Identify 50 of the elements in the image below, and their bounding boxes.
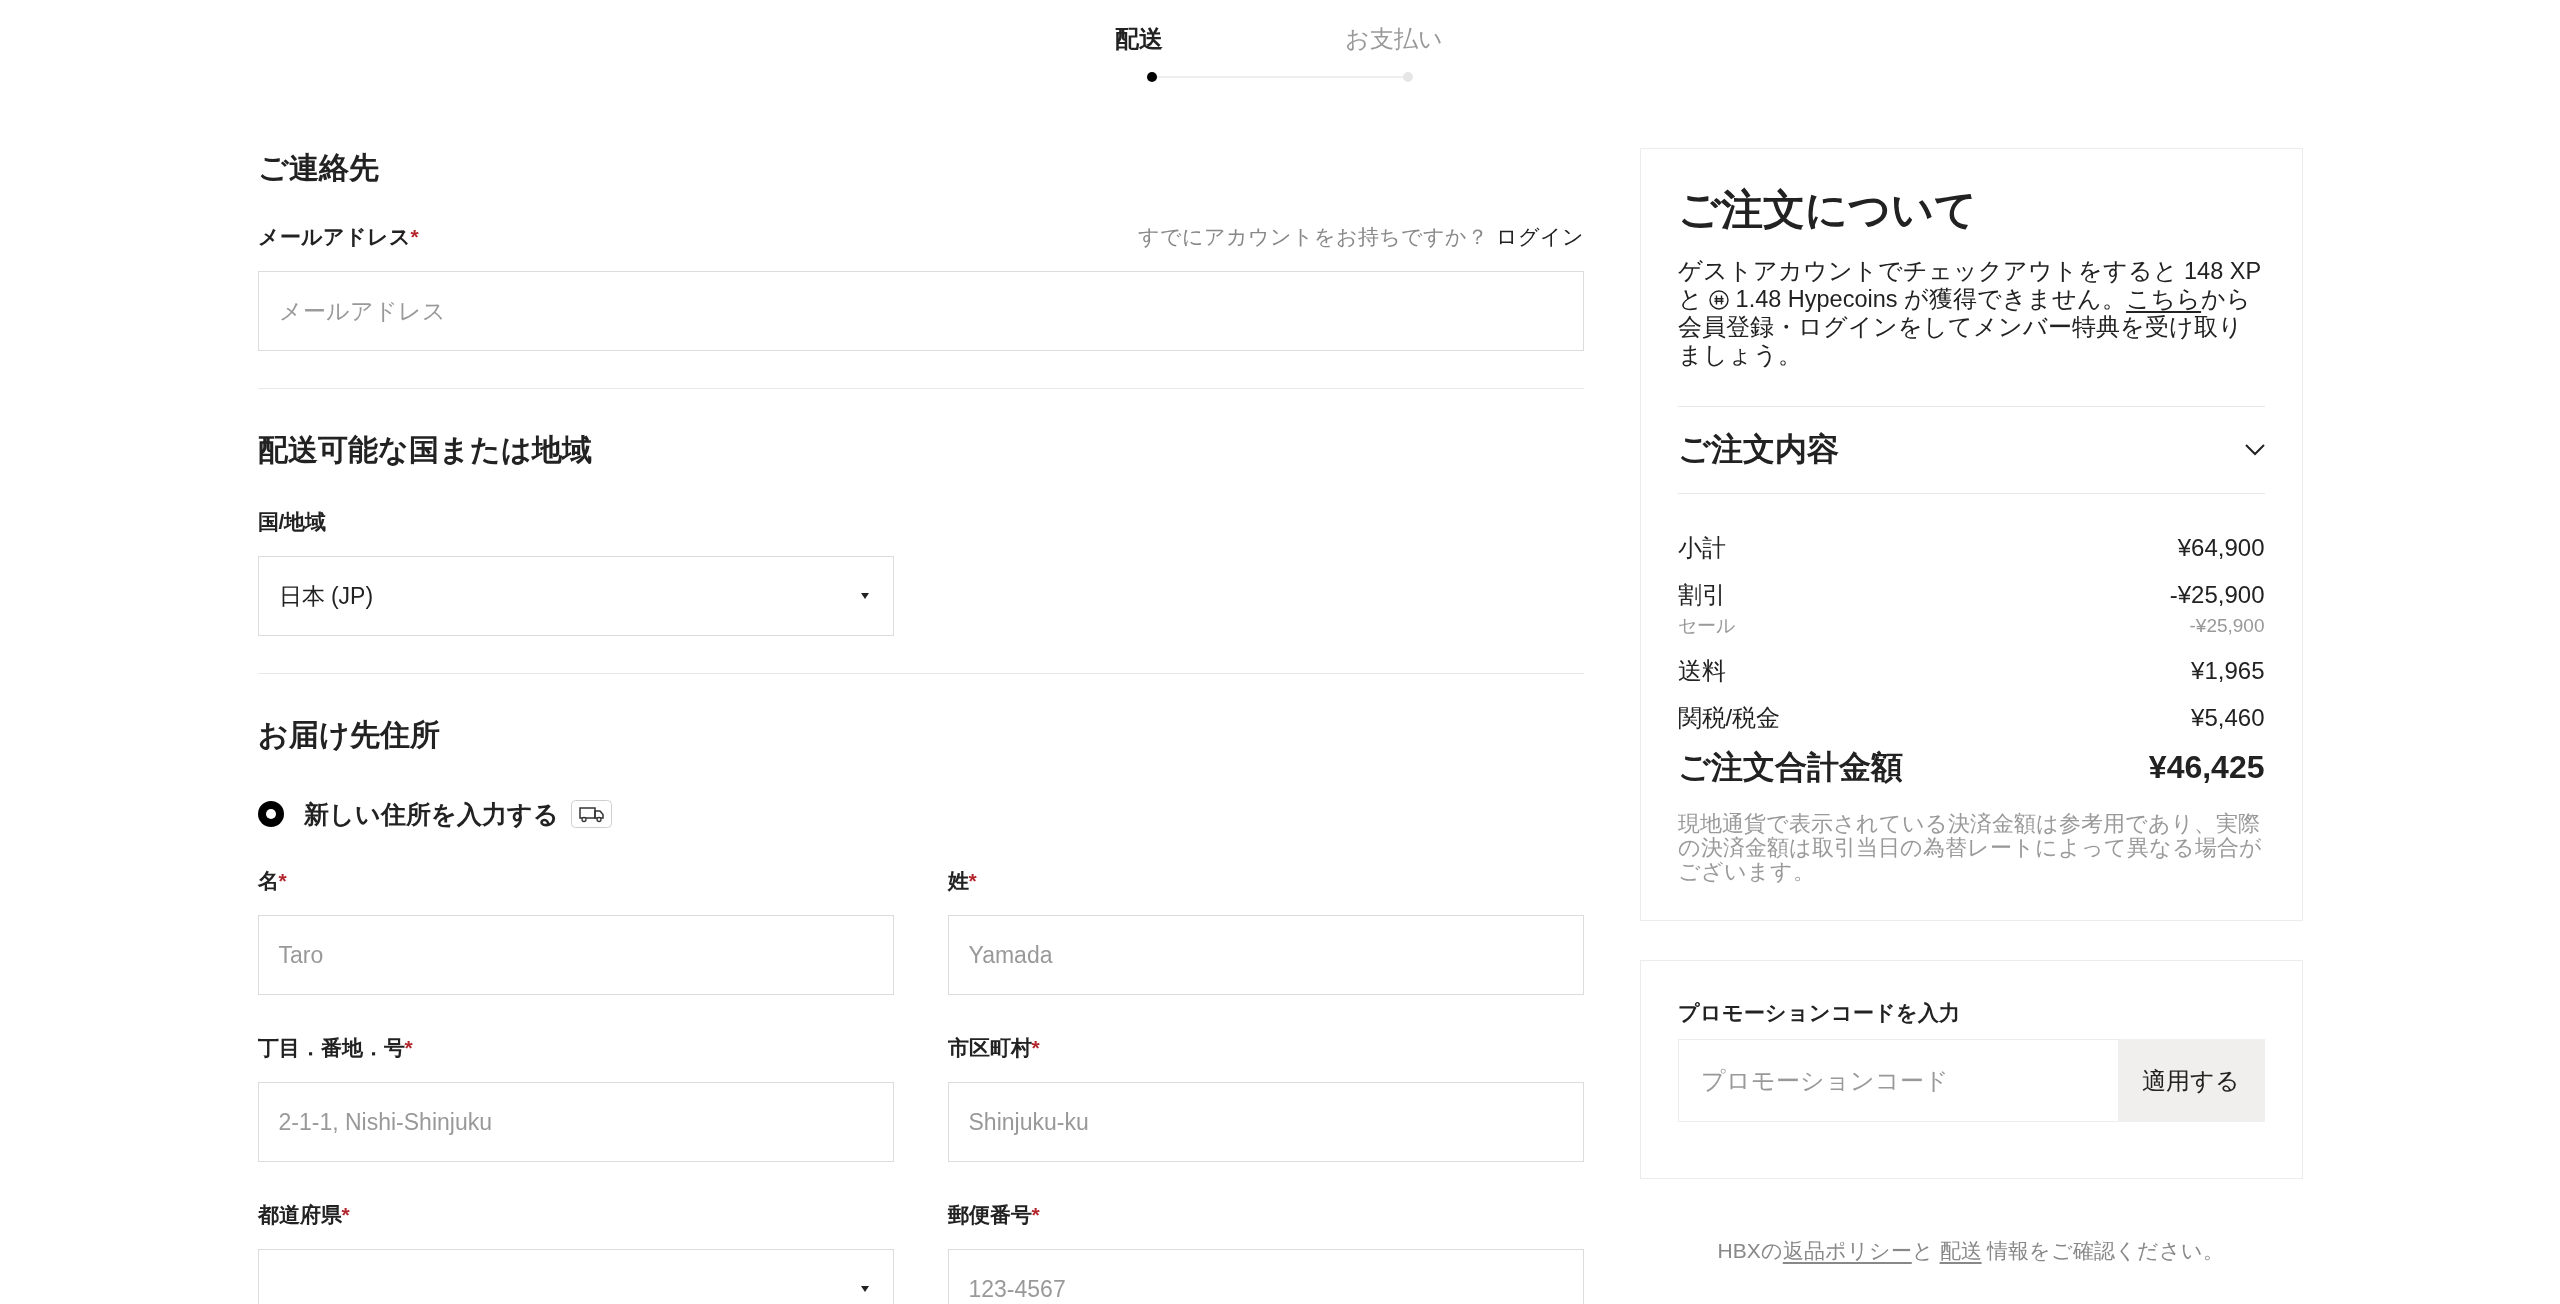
summary-value: ¥1,965: [2191, 656, 2265, 686]
apply-button[interactable]: 適用する: [2117, 1039, 2265, 1122]
caret-icon: [860, 1286, 869, 1292]
total-label: ご注文合計金額: [1677, 748, 1903, 787]
email-input[interactable]: メールアドレス: [257, 271, 1584, 351]
section-heading: 配送可能な国または地域: [257, 432, 593, 468]
field-label: メールアドレス*: [257, 224, 419, 250]
section-heading: ご連絡先: [257, 150, 380, 186]
summary-title: ご注文について: [1677, 185, 1978, 235]
login-link[interactable]: ログイン: [1495, 225, 1584, 248]
caret-icon: [860, 593, 869, 599]
currency-note: 現地通貨で表示されている決済金額は参考用であり、実際の決済金額は取引当日の為替レートによって異なる場合がございます。: [1677, 812, 2263, 884]
field-label: 名*: [257, 868, 288, 894]
login-prompt: すでにアカウントをお持ちですか？: [1137, 225, 1488, 248]
option-label: 新しい住所を入力する: [303, 799, 559, 829]
field-label: 丁目．番地．号*: [257, 1035, 414, 1061]
summary-label: セール: [1677, 614, 1735, 638]
total-value: ¥46,425: [2148, 748, 2265, 787]
summary-value: -¥25,900: [2189, 614, 2265, 638]
summary-label: 小計: [1677, 533, 1726, 563]
return-policy-link[interactable]: 返品ポリシー: [1782, 1239, 1912, 1262]
select-field[interactable]: 日本 (JP): [257, 556, 894, 636]
radio-button[interactable]: [257, 801, 284, 827]
summary-value: -¥25,900: [2169, 580, 2265, 610]
text-input[interactable]: Yamada: [947, 915, 1584, 995]
summary-value: ¥5,460: [2191, 703, 2265, 733]
section-heading: お届け先住所: [257, 717, 441, 753]
promo-code-input[interactable]: プロモーションコード: [1677, 1039, 2118, 1122]
coin-icon: [1709, 290, 1730, 310]
text-input[interactable]: Taro: [257, 915, 894, 995]
policy-notice: HBXの返品ポリシー と 配送 情報をご確認ください。: [1716, 1238, 2226, 1264]
field-label: 都道府県*: [257, 1202, 351, 1228]
step-tab[interactable]: 配送: [1114, 23, 1163, 55]
field-label: 国/地域: [257, 509, 328, 535]
summary-label: 送料: [1677, 656, 1726, 686]
field-label: 姓*: [947, 868, 978, 894]
guest-notice: ゲストアカウントでチェックアウトをすると 148 XP と 1.48 Hypecoins が獲得できません。こちらから会員登録・ログインをしてメンバー特典を受け取りましょう。: [1677, 257, 2262, 369]
shipping-info-link[interactable]: 配送: [1939, 1239, 1982, 1262]
text-input[interactable]: 123-4567: [947, 1249, 1584, 1304]
truck-icon: [570, 800, 612, 828]
signup-link[interactable]: こちら: [2126, 286, 2202, 312]
promo-label: プロモーションコードを入力: [1677, 1000, 1961, 1026]
text-input[interactable]: 2-1-1, Nishi-Shinjuku: [257, 1082, 894, 1162]
field-label: 市区町村*: [947, 1035, 1041, 1061]
order-contents-toggle[interactable]: ご注文内容: [1677, 407, 2265, 493]
summary-label: 関税/税金: [1677, 703, 1781, 733]
summary-value: ¥64,900: [2177, 533, 2265, 563]
text-input[interactable]: Shinjuku-ku: [947, 1082, 1584, 1162]
summary-label: 割引: [1677, 580, 1726, 610]
field-label: 郵便番号*: [947, 1202, 1041, 1228]
